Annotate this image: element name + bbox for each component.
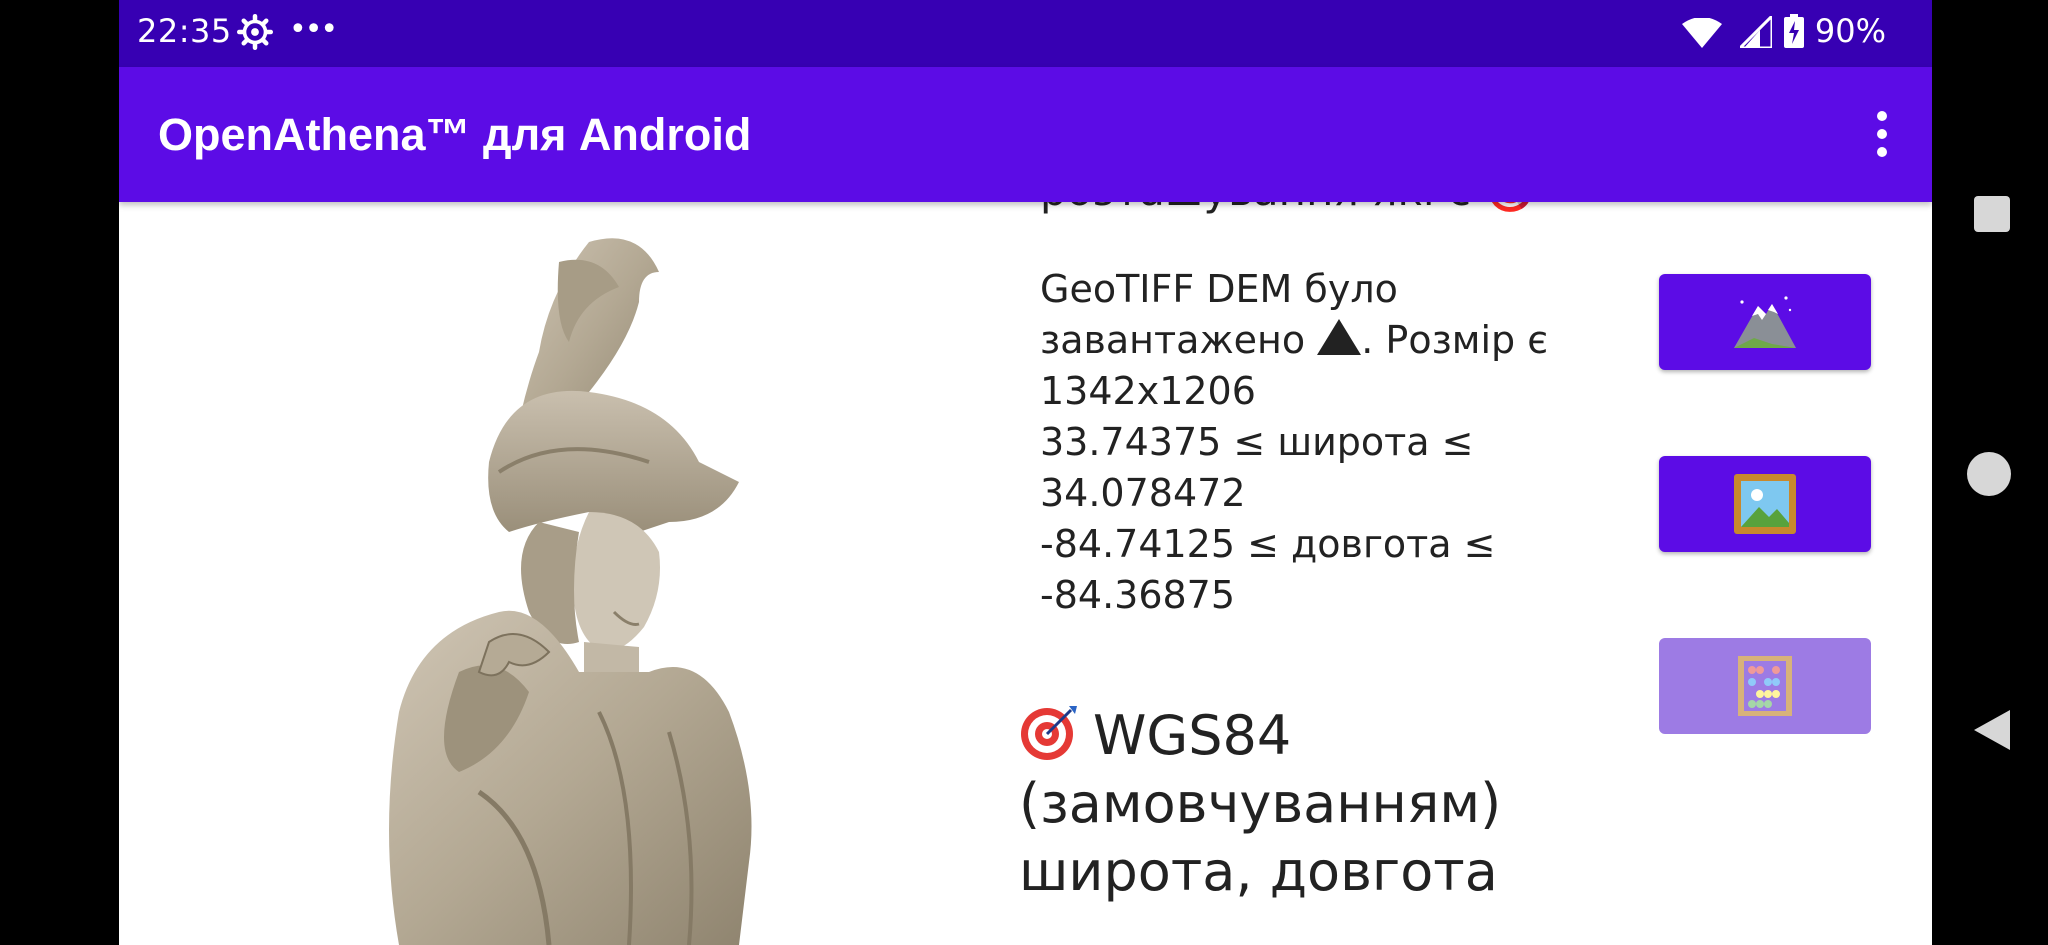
dem-info-line: завантажено . Розмір є xyxy=(1040,315,1600,366)
dem-info-line-prefix: завантажено xyxy=(1040,318,1306,362)
load-dem-button[interactable] xyxy=(1659,274,1871,370)
wgs-line: широта, довгота xyxy=(1019,840,1498,903)
wgs-title: WGS84 xyxy=(1093,704,1292,767)
athena-statue-image xyxy=(389,238,752,945)
app-screen: 22:35 ••• 90% OpenAthena™ для Android Ge… xyxy=(119,0,1932,945)
dem-info-line: -84.36875 xyxy=(1040,573,1236,617)
target-icon xyxy=(1021,706,1077,760)
notification-dots: ••• xyxy=(289,12,338,47)
recents-icon[interactable] xyxy=(1974,196,2010,232)
load-image-button[interactable] xyxy=(1659,456,1871,552)
dem-info-line: 34.078472 xyxy=(1040,471,1246,515)
calculate-button[interactable] xyxy=(1659,638,1871,734)
coordinate-system-selector[interactable]: WGS84 (замовчуванням) широта, довгота xyxy=(1019,702,1639,906)
triangle-icon xyxy=(1317,319,1362,355)
dem-info-line: -84.74125 ≤ довгота ≤ xyxy=(1040,522,1496,566)
wifi-icon xyxy=(1682,18,1722,48)
abacus-icon xyxy=(1738,656,1792,716)
app-title: OpenAthena™ для Android xyxy=(158,109,752,160)
status-bar: 22:35 ••• 90% xyxy=(119,0,1932,67)
main-content: розташування які є 🎯 GeoTIFF DEM було за… xyxy=(119,166,1932,945)
dem-info-line: 1342x1206 xyxy=(1040,369,1256,413)
back-icon[interactable] xyxy=(1972,708,2012,752)
home-icon[interactable] xyxy=(1967,452,2011,496)
battery-percent: 90% xyxy=(1814,12,1886,50)
dem-info-line: 33.74375 ≤ широта ≤ xyxy=(1040,420,1474,464)
framed-picture-icon xyxy=(1734,474,1796,534)
dem-info-line: GeoTIFF DEM було xyxy=(1040,267,1398,311)
app-bar: OpenAthena™ для Android xyxy=(119,67,1932,202)
dem-info-line-suffix: . Розмір є xyxy=(1361,318,1549,362)
signal-icon xyxy=(1740,16,1772,48)
status-time: 22:35 xyxy=(137,12,232,50)
wgs-line: (замовчуванням) xyxy=(1019,772,1502,835)
dem-info-text: GeoTIFF DEM було завантажено . Розмір є … xyxy=(1040,264,1600,621)
overflow-menu-icon[interactable] xyxy=(1872,111,1892,157)
gear-icon xyxy=(237,14,273,50)
battery-charging-icon xyxy=(1784,14,1804,48)
mountain-icon xyxy=(1734,296,1796,348)
wgs-line: WGS84 xyxy=(1019,702,1639,770)
